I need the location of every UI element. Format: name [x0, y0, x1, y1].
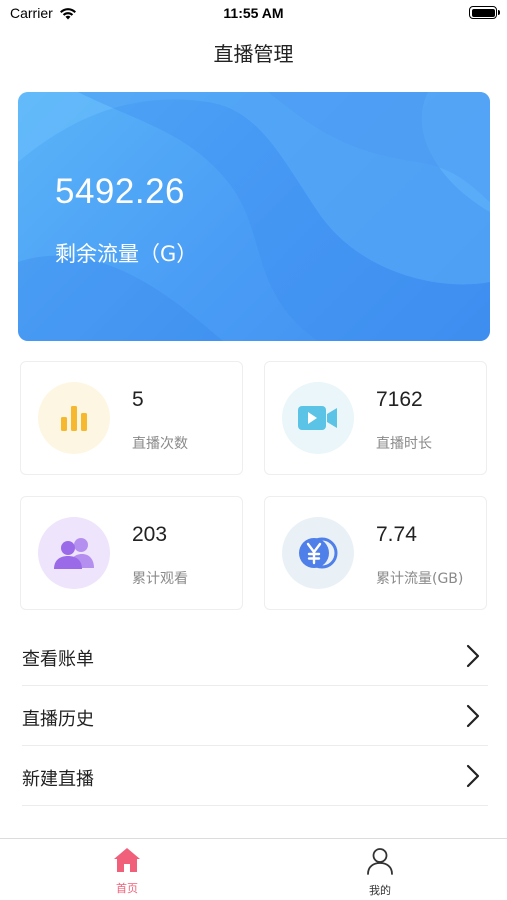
remaining-traffic-card: 5492.26 剩余流量（G） [18, 92, 490, 341]
video-camera-icon [282, 382, 354, 454]
menu-item-label: 直播历史 [22, 709, 94, 730]
stat-value: 7162 [376, 388, 423, 411]
tab-bar: 首页 我的 [0, 838, 507, 900]
stat-label: 直播时长 [376, 436, 432, 452]
chevron-right-icon [466, 764, 480, 788]
battery-icon [469, 6, 500, 19]
users-icon [38, 517, 110, 589]
clock: 11:55 AM [223, 5, 284, 21]
menu-item-label: 新建直播 [22, 769, 94, 790]
stat-label: 直播次数 [132, 436, 188, 452]
yen-coin-icon [282, 517, 354, 589]
tab-home[interactable]: 首页 [87, 847, 167, 896]
chevron-right-icon [466, 644, 480, 668]
stat-value: 5 [132, 388, 144, 411]
remaining-traffic-label: 剩余流量（G） [55, 242, 198, 266]
stat-label: 累计观看 [132, 571, 188, 587]
tab-mine-label: 我的 [369, 884, 391, 897]
status-bar: Carrier 11:55 AM [0, 0, 507, 28]
menu-item-new-live[interactable]: 新建直播 [22, 746, 488, 806]
menu-item-live-history[interactable]: 直播历史 [22, 686, 488, 746]
wave-background [18, 92, 490, 341]
chevron-right-icon [466, 704, 480, 728]
stat-value: 7.74 [376, 523, 417, 546]
stat-value: 203 [132, 523, 168, 546]
stat-card-total-views[interactable]: 203 累计观看 [20, 496, 243, 610]
stat-card-total-traffic[interactable]: 7.74 累计流量(GB) [264, 496, 487, 610]
home-icon [114, 848, 140, 872]
remaining-traffic-value: 5492.26 [55, 172, 186, 211]
user-icon [367, 848, 393, 875]
menu-item-view-bills[interactable]: 查看账单 [22, 626, 488, 686]
tab-mine[interactable]: 我的 [340, 847, 420, 898]
stat-card-live-duration[interactable]: 7162 直播时长 [264, 361, 487, 475]
menu-item-label: 查看账单 [22, 649, 94, 670]
page-title: 直播管理 [213, 42, 294, 66]
tab-home-label: 首页 [116, 882, 138, 895]
stat-card-live-count[interactable]: 5 直播次数 [20, 361, 243, 475]
bar-chart-icon [38, 382, 110, 454]
stat-label: 累计流量(GB) [376, 571, 464, 587]
